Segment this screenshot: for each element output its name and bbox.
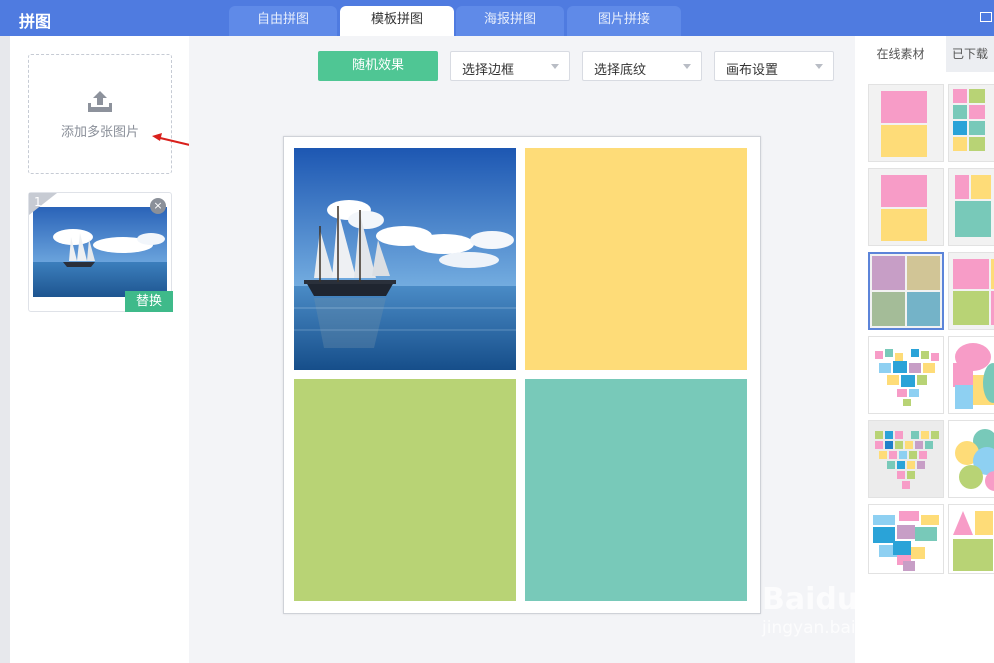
border-select[interactable]: 选择边框 — [450, 51, 570, 81]
template-item[interactable] — [868, 336, 944, 414]
tab-downloaded[interactable]: 已下载 — [946, 36, 994, 72]
collage-canvas — [283, 136, 761, 614]
template-item[interactable] — [868, 84, 944, 162]
thumbnail-image — [33, 207, 167, 297]
canvas-settings-label: 画布设置 — [726, 63, 779, 78]
remove-image-icon[interactable]: × — [150, 198, 166, 214]
template-item[interactable] — [948, 504, 994, 574]
canvas-settings-select[interactable]: 画布设置 — [714, 51, 834, 81]
template-item[interactable] — [948, 252, 994, 330]
random-effect-button[interactable]: 随机效果 — [318, 51, 438, 81]
tab-online-materials[interactable]: 在线素材 — [855, 36, 946, 72]
template-item[interactable] — [948, 420, 994, 498]
tab-image-stitch[interactable]: 图片拼接 — [567, 6, 681, 36]
right-panel: 在线素材 已下载 — [855, 36, 994, 663]
collage-cell-photo[interactable] — [294, 148, 516, 370]
template-item[interactable] — [868, 504, 944, 574]
template-item[interactable] — [868, 168, 944, 246]
chevron-down-icon — [551, 64, 559, 69]
watermark-url: jingyan.baidu.com — [762, 618, 919, 638]
tab-free-collage[interactable]: 自由拼图 — [229, 6, 337, 36]
chevron-down-icon — [815, 64, 823, 69]
texture-select[interactable]: 选择底纹 — [582, 51, 702, 81]
tab-poster-collage[interactable]: 海报拼图 — [456, 6, 564, 36]
texture-select-label: 选择底纹 — [594, 63, 647, 78]
template-item[interactable] — [868, 420, 944, 498]
replace-button[interactable]: 替换 — [125, 291, 173, 312]
template-item[interactable] — [948, 336, 994, 414]
canvas-area: 随机效果 选择边框 选择底纹 画布设置 — [189, 36, 855, 663]
template-grid — [855, 72, 994, 622]
image-thumbnail[interactable]: 1 × 替换 — [28, 192, 173, 312]
template-item[interactable] — [948, 84, 994, 162]
title-bar: 拼图 自由拼图 模板拼图 海报拼图 图片拼接 — [0, 0, 994, 36]
border-select-label: 选择边框 — [462, 63, 515, 78]
template-item[interactable] — [948, 168, 994, 246]
tab-template-collage[interactable]: 模板拼图 — [340, 6, 454, 36]
chevron-down-icon — [683, 64, 691, 69]
maximize-icon[interactable] — [980, 12, 992, 22]
watermark-logo: Baidu 经验 — [762, 582, 929, 617]
collage-cell-teal[interactable] — [525, 379, 747, 601]
app-title: 拼图 — [19, 12, 52, 31]
template-item-selected[interactable] — [868, 252, 944, 330]
thumbnail-index: 1 — [34, 195, 42, 209]
upload-icon — [88, 91, 112, 112]
left-panel: 添加多张图片 1 × 替换 — [10, 36, 195, 663]
add-images-button[interactable]: 添加多张图片 — [28, 54, 172, 174]
collage-cell-yellow[interactable] — [525, 148, 747, 370]
collage-cell-green[interactable] — [294, 379, 516, 601]
